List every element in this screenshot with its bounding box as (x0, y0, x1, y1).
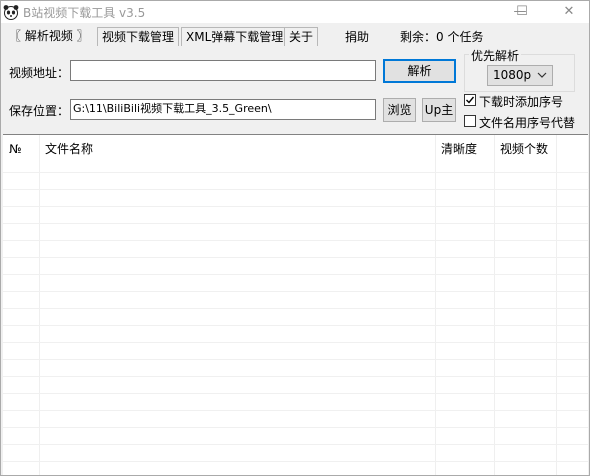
app-window: B站视频下载工具 v3.5 — ☐ ✕ 〖 解析视频 〗 视频下载管理 XML弹… (0, 0, 590, 476)
column-header-quality[interactable]: 清晰度 (435, 135, 495, 164)
video-url-input[interactable] (70, 60, 376, 81)
row-gridline (3, 274, 588, 275)
close-button[interactable]: ✕ (546, 1, 589, 23)
quality-select[interactable]: 1080p (487, 65, 553, 86)
add-index-checkbox[interactable] (464, 94, 476, 106)
row-gridline (3, 393, 588, 394)
save-location-label: 保存位置： (9, 104, 70, 118)
browse-button[interactable]: 浏览 (383, 98, 416, 122)
row-gridline (3, 189, 588, 190)
quality-select-value: 1080p (493, 68, 532, 82)
row-gridline (3, 223, 588, 224)
row-gridline (3, 359, 588, 360)
tab-about[interactable]: 关于 (284, 27, 319, 46)
video-list[interactable]: № 文件名称 清晰度 视频个数 (3, 134, 588, 475)
row-gridline (3, 257, 588, 258)
row-gridline (3, 172, 588, 173)
add-index-label[interactable]: 下载时添加序号 (479, 93, 563, 110)
row-gridline (3, 376, 588, 377)
donate-link[interactable]: 捐助 (345, 28, 369, 45)
row-gridline (3, 308, 588, 309)
window-title: B站视频下载工具 v3.5 (23, 6, 146, 20)
column-divider (39, 135, 40, 475)
row-gridline (3, 291, 588, 292)
column-header-video-count[interactable]: 视频个数 (494, 135, 556, 164)
chevron-down-icon (537, 66, 547, 89)
parse-button[interactable]: 解析 (383, 59, 456, 83)
column-header-number[interactable]: № (3, 135, 39, 164)
column-divider (494, 135, 495, 475)
row-gridline (3, 325, 588, 326)
panda-icon (3, 5, 19, 20)
tab-xml-danmaku-manager[interactable]: XML弹幕下载管理 (181, 27, 289, 46)
row-gridline (3, 427, 588, 428)
row-gridline (3, 342, 588, 343)
row-gridline (3, 240, 588, 241)
maximize-button[interactable]: ☐ (502, 1, 542, 23)
up-owner-button[interactable]: Up主 (422, 98, 456, 122)
remaining-tasks: 剩余：0 个任务 (400, 30, 484, 44)
priority-group-title: 优先解析 (469, 47, 522, 64)
column-divider (556, 135, 557, 475)
tab-download-manager[interactable]: 视频下载管理 (97, 27, 180, 46)
tab-bar: 〖 解析视频 〗 视频下载管理 XML弹幕下载管理 关于 捐助 剩余：0 个任务 (1, 24, 589, 46)
tab-parse-video[interactable]: 〖 解析视频 〗 (5, 27, 93, 45)
save-path-input[interactable]: G:\11\BiliBili视频下载工具_3.5_Green\ (70, 99, 376, 120)
row-gridline (3, 410, 588, 411)
url-label: 视频地址： (9, 66, 70, 80)
column-header-filename[interactable]: 文件名称 (39, 135, 435, 164)
column-divider (435, 135, 436, 475)
replace-name-label[interactable]: 文件名用序号代替 (479, 114, 575, 131)
row-gridline (3, 461, 588, 462)
row-gridline (3, 206, 588, 207)
check-icon (466, 96, 475, 104)
title-bar: B站视频下载工具 v3.5 — ☐ ✕ (1, 1, 589, 23)
row-gridline (3, 444, 588, 445)
replace-name-checkbox[interactable] (464, 115, 476, 127)
